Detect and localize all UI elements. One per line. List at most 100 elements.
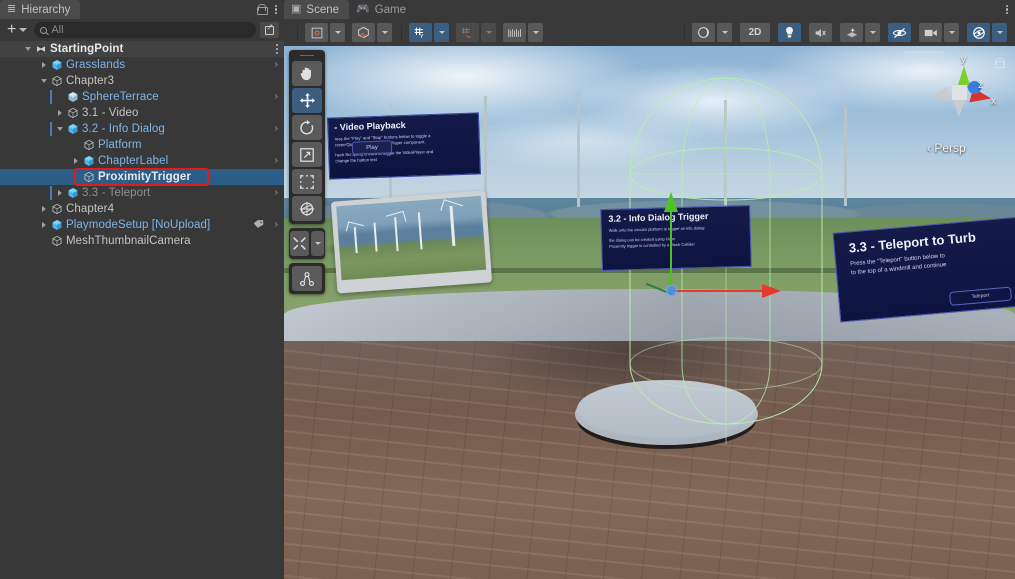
video-play-button[interactable]: Play [351, 140, 393, 155]
gizmo-x-axis[interactable] [671, 290, 765, 292]
tab-game-label: Game [374, 3, 407, 16]
pivot-mode-button[interactable] [305, 23, 347, 42]
twisty-toggle[interactable] [38, 79, 50, 83]
hierarchy-row-playmodesetup-noupload[interactable]: PlaymodeSetup [NoUpload] › [0, 217, 284, 233]
tab-scene[interactable]: ▣ Scene [284, 0, 350, 19]
gizmo-x-arrow[interactable] [762, 284, 781, 298]
kebab-menu-icon[interactable] [274, 4, 277, 15]
add-gameobject-button[interactable]: + [4, 22, 30, 39]
prefab-cube-icon [66, 123, 80, 135]
hierarchy-row-grasslands[interactable]: Grasslands › [0, 57, 284, 73]
tab-hierarchy[interactable]: ≣ Hierarchy [0, 0, 81, 19]
hidden-objects-button[interactable] [888, 23, 911, 42]
audio-toggle-button[interactable] [809, 23, 832, 42]
hierarchy-row-platform[interactable]: Platform [0, 137, 284, 153]
scene-camera-dropdown[interactable] [944, 23, 959, 42]
shading-mode-dropdown[interactable] [717, 23, 732, 42]
scale-tool[interactable] [292, 142, 322, 167]
twisty-toggle[interactable] [70, 158, 82, 164]
hierarchy-row-meshthumbnailcamera[interactable]: MeshThumbnailCamera [0, 233, 284, 249]
2d-toggle-button[interactable]: 2D [740, 23, 770, 42]
hierarchy-row-3-2-info-dialog[interactable]: 3.2 - Info Dialog › [0, 121, 284, 137]
open-prefab-arrow[interactable]: › [275, 156, 278, 166]
hand-tool[interactable] [292, 61, 322, 86]
windmill-tower-5 [844, 106, 847, 206]
hierarchy-row-3-3-teleport[interactable]: 3.3 - Teleport › [0, 185, 284, 201]
twisty-toggle[interactable] [54, 190, 66, 196]
sort-open-icon[interactable] [260, 22, 279, 38]
rotate-tool[interactable] [292, 115, 322, 140]
twisty-toggle[interactable] [54, 110, 66, 116]
hierarchy-row-label: 3.2 - Info Dialog [82, 123, 165, 135]
gizmos-dropdown[interactable] [992, 23, 1007, 42]
open-prefab-arrow[interactable]: › [275, 124, 278, 134]
handle-space-button[interactable] [352, 23, 394, 42]
grid-size-dropdown[interactable] [528, 23, 543, 42]
tag-icon [253, 219, 264, 232]
scene-kebab-menu-icon[interactable] [1005, 4, 1008, 15]
scene-root-twisty[interactable] [22, 47, 34, 51]
twisty-toggle[interactable] [38, 222, 50, 228]
open-prefab-arrow[interactable]: › [275, 92, 278, 102]
plus-icon: + [7, 21, 17, 38]
gameobject-icon [50, 235, 64, 247]
unity-scene-icon [34, 43, 48, 55]
hierarchy-row-chapter3[interactable]: Chapter3 [0, 73, 284, 89]
effects-dropdown[interactable] [865, 23, 880, 42]
lock-icon[interactable] [256, 4, 268, 15]
twisty-toggle[interactable] [38, 62, 50, 68]
gizmo-y-arrow[interactable] [664, 192, 678, 212]
transform-tool[interactable] [292, 196, 322, 221]
scene-camera-button[interactable] [919, 23, 961, 42]
handle-space-dropdown[interactable] [377, 23, 392, 42]
snap-tools-group [289, 263, 325, 294]
prefab-variant-icon [66, 91, 80, 103]
hierarchy-row-label: MeshThumbnailCamera [66, 235, 191, 247]
scene-root-menu-icon[interactable] [275, 44, 278, 54]
rect-tool[interactable] [292, 169, 322, 194]
open-prefab-arrow[interactable]: › [275, 188, 278, 198]
gameobject-icon [82, 171, 96, 183]
snap-magnet-button[interactable] [456, 23, 498, 42]
hierarchy-row-3-1-video[interactable]: 3.1 - Video [0, 105, 284, 121]
snap-magnet-dropdown[interactable] [481, 23, 496, 42]
twisty-toggle[interactable] [38, 206, 50, 212]
grid-snap-dropdown[interactable] [434, 23, 449, 42]
custom-tool-dropdown[interactable] [311, 231, 324, 256]
hierarchy-row-label: PlaymodeSetup [NoUpload] [66, 219, 211, 231]
hierarchy-row-proximitytrigger[interactable]: ProximityTrigger [0, 169, 284, 185]
move-gizmo[interactable] [636, 186, 786, 298]
grid-size-button[interactable] [503, 23, 545, 42]
video-quad [330, 190, 493, 294]
tab-game[interactable]: 🎮 Game [349, 0, 416, 19]
gizmo-y-axis[interactable] [670, 208, 672, 292]
gizmo-center-handle[interactable] [666, 285, 677, 296]
shading-mode-button[interactable] [692, 23, 734, 42]
effects-toggle-button[interactable] [840, 23, 882, 42]
scene-viewport[interactable]: - Video Playback ress the "Play" and "St… [284, 46, 1015, 579]
pivot-mode-dropdown[interactable] [330, 23, 345, 42]
search-input[interactable]: All [34, 22, 256, 38]
hierarchy-row-chapterlabel[interactable]: ChapterLabel › [0, 153, 284, 169]
open-prefab-arrow[interactable]: › [275, 60, 278, 70]
toolbar-separator [297, 25, 298, 40]
hierarchy-row-sphereterrace[interactable]: SphereTerrace › [0, 89, 284, 105]
hierarchy-row-chapter4[interactable]: Chapter4 [0, 201, 284, 217]
open-prefab-arrow[interactable]: › [275, 220, 278, 230]
viewport-scrollbar[interactable] [904, 51, 944, 54]
video-screen-content [336, 195, 487, 281]
twisty-toggle[interactable] [54, 127, 66, 131]
palette-grip-handle[interactable] [300, 55, 314, 56]
prefab-indicator-bar [50, 186, 52, 200]
gizmos-toggle-button[interactable] [967, 23, 1009, 42]
hierarchy-scene-root[interactable]: StartingPoint [0, 41, 284, 57]
teleport-button[interactable]: Teleport [949, 286, 1013, 306]
grid-snap-button[interactable]: Y [409, 23, 451, 42]
hierarchy-row-label: 3.1 - Video [82, 107, 139, 119]
scene-toolbar-right: 2D [677, 23, 1009, 42]
lighting-toggle-button[interactable] [778, 23, 801, 42]
move-tool[interactable] [292, 88, 322, 113]
toolbar-separator-2 [401, 25, 402, 40]
custom-tool[interactable] [290, 231, 309, 256]
snap-tool[interactable] [292, 266, 322, 291]
